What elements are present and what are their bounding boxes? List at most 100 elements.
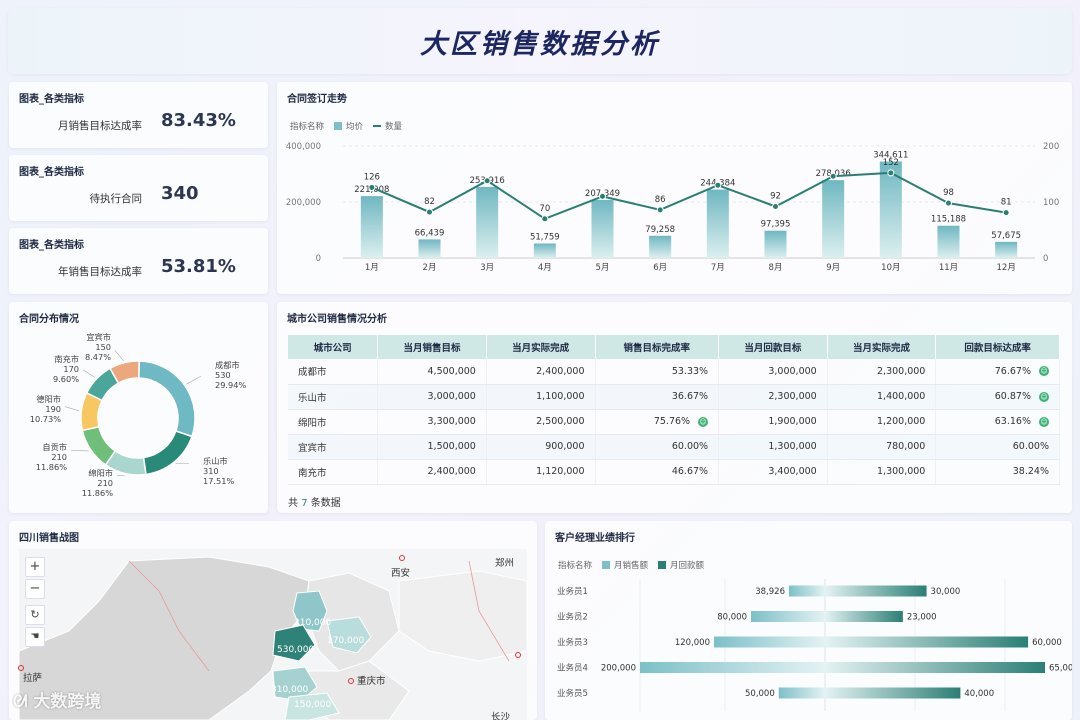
column-header[interactable]: 当月实际完成: [827, 335, 937, 359]
pie-slice-成都市[interactable]: [138, 360, 196, 438]
table-cell: 2,500,000: [486, 409, 596, 435]
kpi-value: 340: [161, 183, 199, 204]
x-tick-label: 2月: [423, 263, 437, 273]
bar-payment-业务员3[interactable]: [825, 636, 1029, 648]
bar-sales-业务员5[interactable]: [778, 687, 825, 699]
line-point[interactable]: [945, 199, 952, 207]
line-point[interactable]: [426, 208, 433, 216]
kpi-card-monthly-rate: 图表_各类指标 月销售目标达成率 83.43%: [9, 82, 268, 148]
bar-sales-业务员2[interactable]: [751, 611, 825, 622]
city-label-lhasa: 拉萨: [23, 672, 43, 684]
bar-payment-业务员1[interactable]: [825, 585, 927, 597]
table-cell: 60.00%: [935, 434, 1060, 460]
bar-4月[interactable]: [533, 243, 556, 258]
map-value-label: 210,000: [294, 618, 331, 628]
line-point[interactable]: [599, 192, 606, 200]
bar-sales-业务员4[interactable]: [640, 662, 825, 673]
bar-9月[interactable]: [822, 180, 845, 258]
bar-sales-业务员3[interactable]: [714, 636, 825, 648]
bar-11月[interactable]: [937, 225, 960, 258]
city-label-zhengzhou: 郑州: [495, 557, 514, 569]
pie-slice-乐山市[interactable]: [142, 430, 193, 476]
x-tick-label: 12月: [997, 263, 1016, 273]
column-header[interactable]: 当月回款目标: [718, 335, 828, 359]
table-cell: 3,300,000: [377, 409, 487, 435]
line-point[interactable]: [368, 183, 376, 191]
zoom-in-button[interactable]: +: [25, 557, 45, 577]
table-cell: 绵阳市: [288, 409, 379, 435]
y-left-tick: 400,000: [286, 142, 321, 152]
table-row[interactable]: 乐山市 3,000,000 1,100,000 36.67% 2,300,000 1,40…: [288, 384, 1060, 410]
bar-5月[interactable]: [591, 199, 614, 258]
column-header[interactable]: 销售目标完成率: [595, 335, 720, 359]
line-point[interactable]: [656, 206, 664, 214]
smile-icon: ☺: [1039, 366, 1049, 377]
rank-category-label: 业务员2: [557, 612, 588, 623]
bar-payment-业务员4[interactable]: [825, 662, 1045, 673]
panel-title: 城市公司销售情况分析: [287, 314, 387, 325]
pan-hand-icon[interactable]: ☚: [25, 627, 45, 647]
table-cell: 63.16% ☺: [935, 409, 1060, 435]
table-cell: 1,500,000: [377, 434, 487, 460]
pie-label: 宜宾市: [86, 332, 111, 342]
table-cell: 780,000: [827, 434, 937, 460]
table-cell: 1,100,000: [486, 384, 596, 410]
line-point[interactable]: [829, 172, 837, 180]
bar-7月[interactable]: [706, 189, 729, 258]
kpi-label: 待执行合同: [89, 193, 143, 205]
bar-value-label: 57,675: [991, 231, 1021, 241]
pie-slice-自贡市[interactable]: [81, 425, 117, 466]
pie-label: 南充市: [54, 354, 79, 364]
table-cell: 1,300,000: [718, 434, 828, 460]
sales-value-label: 38,926: [755, 587, 785, 597]
zoom-out-button[interactable]: −: [25, 579, 45, 599]
bar-6月[interactable]: [649, 235, 672, 258]
payment-value-label: 40,000: [964, 689, 994, 699]
bar-12月[interactable]: [995, 241, 1018, 258]
line-point[interactable]: [483, 177, 491, 185]
payment-value-label: 30,000: [931, 587, 961, 597]
line-point[interactable]: [887, 169, 895, 177]
bar-2月[interactable]: [418, 239, 441, 258]
kpi-label: 年销售目标达成率: [58, 266, 142, 278]
table-cell: 76.67% ☺: [935, 359, 1060, 385]
column-header[interactable]: 当月实际完成: [486, 335, 596, 359]
city-label-chongqing: 重庆市: [357, 675, 386, 687]
footer-prefix: 共: [288, 498, 298, 509]
pie-label: 190: [45, 404, 61, 414]
column-header[interactable]: 当月销售目标: [377, 335, 487, 359]
sichuan-map-panel: 四川销售战图 西安 郑州 重庆市 拉萨 长沙 210,000 170,000 5…: [9, 521, 537, 720]
reset-icon[interactable]: ↻: [25, 605, 45, 625]
bar-1月[interactable]: [360, 196, 383, 258]
bar-sales-业务员1[interactable]: [788, 585, 825, 597]
city-label-xian: 西安: [391, 567, 410, 579]
line-point[interactable]: [541, 215, 549, 223]
pie-label: 乐山市: [203, 456, 228, 466]
bar-value-label: 79,258: [645, 225, 675, 235]
table-row[interactable]: 南充市 2,400,000 1,120,000 46.67% 3,400,000 1,30…: [288, 459, 1060, 485]
bar-8月[interactable]: [764, 230, 787, 258]
sales-value-label: 50,000: [745, 689, 775, 699]
bar-3月[interactable]: [476, 186, 499, 258]
payment-value-label: 60,000: [1032, 638, 1062, 648]
rank-category-label: 业务员1: [557, 586, 588, 597]
table-row[interactable]: 宜宾市 1,500,000 900,000 60.00% 1,300,000 780,00…: [288, 434, 1060, 460]
contract-distribution-chart: 成都市53029.94%乐山市31017.51%绵阳市21011.86%自贡市2…: [30, 332, 247, 498]
bar-payment-业务员5[interactable]: [825, 687, 961, 699]
line-point[interactable]: [1002, 209, 1010, 217]
line-point[interactable]: [714, 181, 722, 189]
map-value-label: 530,000: [277, 645, 314, 655]
bar-payment-业务员2[interactable]: [825, 611, 903, 622]
kpi-panel-title: 图表_各类指标: [19, 240, 84, 251]
smile-icon: ☺: [1039, 391, 1049, 402]
table-row[interactable]: 绵阳市 3,300,000 2,500,000 75.76% ☺ 1,900,000 1,2…: [288, 409, 1060, 435]
x-tick-label: 11月: [939, 263, 958, 273]
line-point[interactable]: [772, 202, 779, 210]
table-row[interactable]: 成都市 4,500,000 2,400,000 53.33% 3,000,000 2,30…: [288, 359, 1060, 385]
table-cell: 4,500,000: [377, 359, 487, 385]
line-value-label: 98: [943, 188, 954, 198]
table-cell: 2,400,000: [377, 459, 487, 485]
column-header[interactable]: 回款目标达成率: [935, 335, 1060, 359]
y-right-tick: 200: [1043, 142, 1059, 152]
column-header[interactable]: 城市公司: [288, 335, 379, 359]
